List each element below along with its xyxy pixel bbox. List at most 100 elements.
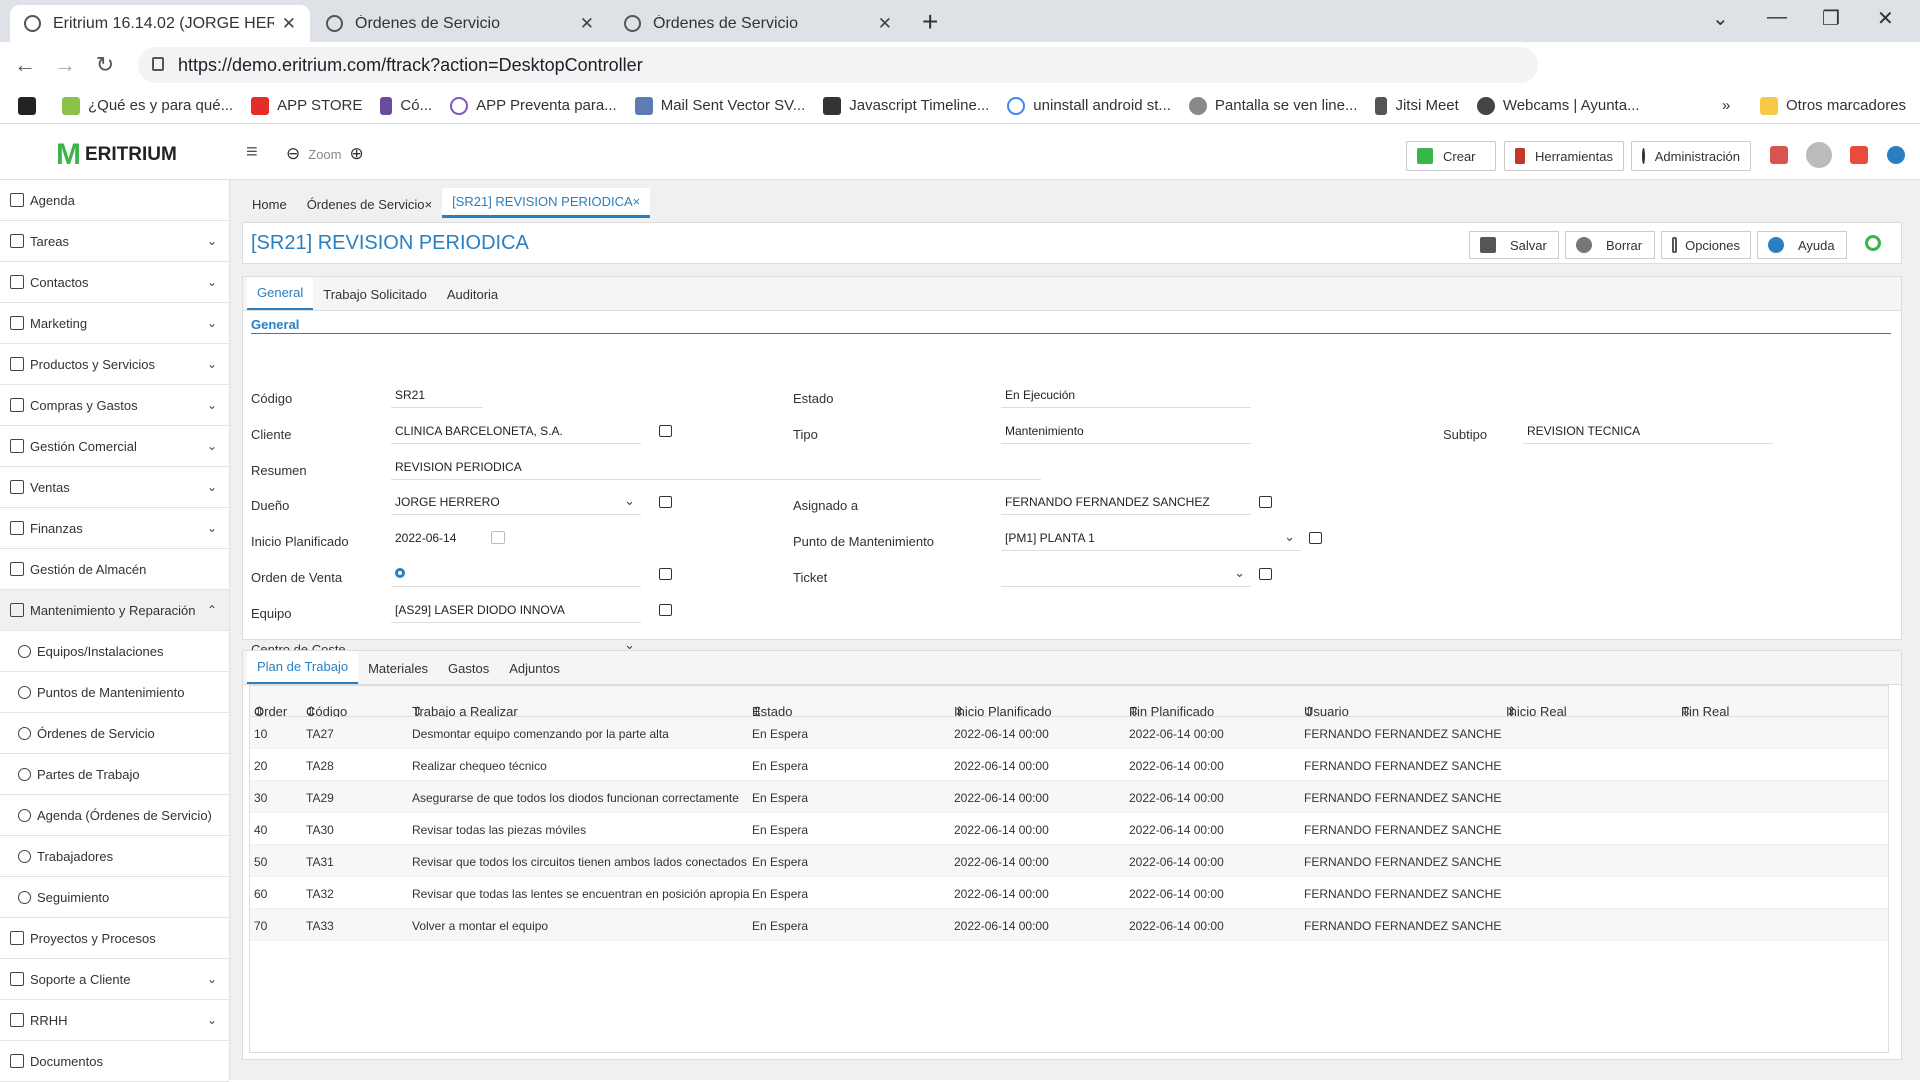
- browser-tab-ordenes-2[interactable]: Órdenes de Servicio ✕: [610, 5, 906, 42]
- eritrium-logo[interactable]: M ERITRIUM: [56, 138, 177, 172]
- tipo-field[interactable]: Mantenimiento: [1001, 418, 1251, 444]
- bookmark-webcams[interactable]: Webcams | Ayunta...: [1476, 96, 1640, 115]
- sidebar-item-tareas[interactable]: Tareas ⌄: [0, 221, 229, 262]
- back-icon[interactable]: ←: [10, 52, 40, 78]
- bookmark-js-timeline[interactable]: Javascript Timeline...: [823, 96, 989, 115]
- tab-search-icon[interactable]: ⌄: [1712, 6, 1729, 31]
- bookmarks-more-button[interactable]: »: [1722, 97, 1730, 114]
- sidebar-item-equipos[interactable]: Equipos/Instalaciones: [0, 631, 229, 672]
- sidebar-item-soporte[interactable]: Soporte a Cliente ⌄: [0, 959, 229, 1000]
- sidebar-item-contactos[interactable]: Contactos ⌄: [0, 262, 229, 303]
- tab-sr21[interactable]: [SR21] REVISION PERIODICA×: [442, 188, 651, 218]
- sidebar-item-trabajadores[interactable]: Trabajadores: [0, 836, 229, 877]
- maximize-button[interactable]: ❐: [1822, 6, 1840, 31]
- table-row[interactable]: 50 TA31 Revisar que todos los circuitos ti…: [250, 845, 1888, 877]
- edit-icon[interactable]: [659, 496, 672, 508]
- bookmark-co[interactable]: Có...: [380, 96, 432, 115]
- sidebar-item-gestion-comercial[interactable]: Gestión Comercial ⌄: [0, 426, 229, 467]
- sidebar-item-proyectos[interactable]: Proyectos y Procesos: [0, 918, 229, 959]
- estado-field[interactable]: En Ejecución: [1001, 382, 1251, 408]
- sidebar-item-partes[interactable]: Partes de Trabajo: [0, 754, 229, 795]
- edit-icon[interactable]: [1309, 532, 1322, 544]
- close-icon[interactable]: ×: [424, 197, 432, 212]
- table-row[interactable]: 20 TA28 Realizar chequeo técnico En Espera 2…: [250, 749, 1888, 781]
- sidebar-item-rrhh[interactable]: RRHH ⌄: [0, 1000, 229, 1041]
- bookmark-app-store[interactable]: APP STORE: [251, 96, 362, 115]
- close-icon[interactable]: ✕: [282, 14, 296, 34]
- cliente-field[interactable]: CLINICA BARCELONETA, S.A.: [391, 418, 641, 444]
- user-avatar[interactable]: [1806, 142, 1832, 168]
- url-bar[interactable]: https://demo.eritrium.com/ftrack?action=…: [138, 47, 1538, 83]
- tab-home[interactable]: Home: [242, 197, 297, 218]
- ticket-select[interactable]: ⌄: [1001, 561, 1251, 587]
- power-icon[interactable]: [1850, 146, 1868, 164]
- sidebar-item-puntos[interactable]: Puntos de Mantenimiento: [0, 672, 229, 713]
- other-bookmarks[interactable]: Otros marcadores: [1760, 96, 1906, 115]
- sidebar-item-compras[interactable]: Compras y Gastos ⌄: [0, 385, 229, 426]
- tab-gastos[interactable]: Gastos: [438, 661, 499, 684]
- ayuda-button[interactable]: Ayuda: [1757, 231, 1847, 259]
- resumen-field[interactable]: REVISION PERIODICA: [391, 454, 1041, 480]
- sidebar-item-ventas[interactable]: Ventas ⌄: [0, 467, 229, 508]
- edit-icon[interactable]: [1259, 496, 1272, 508]
- close-icon[interactable]: ✕: [580, 14, 594, 34]
- table-row[interactable]: 10 TA27 Desmontar equipo comenzando por la…: [250, 717, 1888, 749]
- edit-icon[interactable]: [1259, 568, 1272, 580]
- table-row[interactable]: 60 TA32 Revisar que todas las lentes se en…: [250, 877, 1888, 909]
- punto-mantenimiento-select[interactable]: [PM1] PLANTA 1 ⌄: [1001, 525, 1301, 551]
- crear-button[interactable]: Crear: [1406, 141, 1496, 171]
- opciones-button[interactable]: Opciones: [1661, 231, 1751, 259]
- codigo-field[interactable]: SR21: [391, 382, 483, 408]
- sidebar-item-seguimiento[interactable]: Seguimiento: [0, 877, 229, 918]
- sidebar-item-mantenimiento[interactable]: Mantenimiento y Reparación ⌃: [0, 590, 229, 631]
- zoom-out-icon[interactable]: ⊖: [286, 144, 300, 164]
- chat-icon[interactable]: [1770, 146, 1788, 164]
- bookmark-uninstall-android[interactable]: uninstall android st...: [1007, 96, 1171, 115]
- tab-auditoria[interactable]: Auditoria: [437, 287, 508, 310]
- new-tab-button[interactable]: +: [922, 6, 938, 38]
- sidebar-item-marketing[interactable]: Marketing ⌄: [0, 303, 229, 344]
- sidebar-item-agenda[interactable]: Agenda: [0, 180, 229, 221]
- bookmark-app-preventa[interactable]: APP Preventa para...: [450, 96, 617, 115]
- herramientas-button[interactable]: Herramientas: [1504, 141, 1624, 171]
- calendar-icon[interactable]: [491, 531, 505, 544]
- inicio-planificado-field[interactable]: 2022-06-14: [391, 525, 501, 551]
- zoom-in-icon[interactable]: ⊕: [349, 144, 363, 164]
- reload-icon[interactable]: ↻: [90, 52, 120, 78]
- bookmark-as[interactable]: [18, 96, 44, 115]
- close-icon[interactable]: ✕: [878, 14, 892, 34]
- dueno-select[interactable]: JORGE HERRERO ⌄: [391, 489, 641, 515]
- table-row[interactable]: 40 TA30 Revisar todas las piezas móviles En…: [250, 813, 1888, 845]
- bookmark-que-es[interactable]: ¿Qué es y para qué...: [62, 96, 233, 115]
- equipo-field[interactable]: [AS29] LASER DIODO INNOVA: [391, 597, 641, 623]
- tab-trabajo-solicitado[interactable]: Trabajo Solicitado: [313, 287, 437, 310]
- tab-ordenes-servicio[interactable]: Órdenes de Servicio×: [297, 197, 442, 218]
- sidebar-item-almacen[interactable]: Gestión de Almacén: [0, 549, 229, 590]
- table-row[interactable]: 70 TA33 Volver a montar el equipo En Espera…: [250, 909, 1888, 941]
- sidebar-item-productos[interactable]: Productos y Servicios ⌄: [0, 344, 229, 385]
- hamburger-icon[interactable]: ≡: [246, 141, 258, 164]
- edit-icon[interactable]: [659, 604, 672, 616]
- sidebar-item-ordenes[interactable]: Órdenes de Servicio: [0, 713, 229, 754]
- close-window-button[interactable]: ✕: [1877, 6, 1894, 31]
- tab-materiales[interactable]: Materiales: [358, 661, 438, 684]
- refresh-icon[interactable]: [1865, 235, 1881, 251]
- tab-plan-trabajo[interactable]: Plan de Trabajo: [247, 651, 359, 684]
- administracion-button[interactable]: Administración: [1631, 141, 1751, 171]
- asignado-field[interactable]: FERNANDO FERNANDEZ SANCHEZ: [1001, 489, 1251, 515]
- salvar-button[interactable]: Salvar: [1469, 231, 1559, 259]
- close-icon[interactable]: ×: [633, 194, 641, 209]
- minimize-button[interactable]: —: [1767, 6, 1787, 29]
- subtipo-field[interactable]: REVISION TECNICA: [1523, 418, 1773, 444]
- browser-tab-eritrium[interactable]: Eritrium 16.14.02 (JORGE HERRERO ✕: [10, 5, 310, 42]
- help-icon[interactable]: [1887, 146, 1905, 164]
- bookmark-mail-sent[interactable]: Mail Sent Vector SV...: [634, 96, 805, 115]
- edit-icon[interactable]: [659, 568, 672, 580]
- orden-venta-field[interactable]: [391, 561, 641, 587]
- sidebar-item-agenda-ordenes[interactable]: Agenda (Órdenes de Servicio): [0, 795, 229, 836]
- sidebar-item-documentos[interactable]: Documentos: [0, 1041, 229, 1082]
- edit-icon[interactable]: [659, 425, 672, 437]
- tab-general[interactable]: General: [247, 277, 314, 310]
- sidebar-item-finanzas[interactable]: Finanzas ⌄: [0, 508, 229, 549]
- table-row[interactable]: 30 TA29 Asegurarse de que todos los diodos…: [250, 781, 1888, 813]
